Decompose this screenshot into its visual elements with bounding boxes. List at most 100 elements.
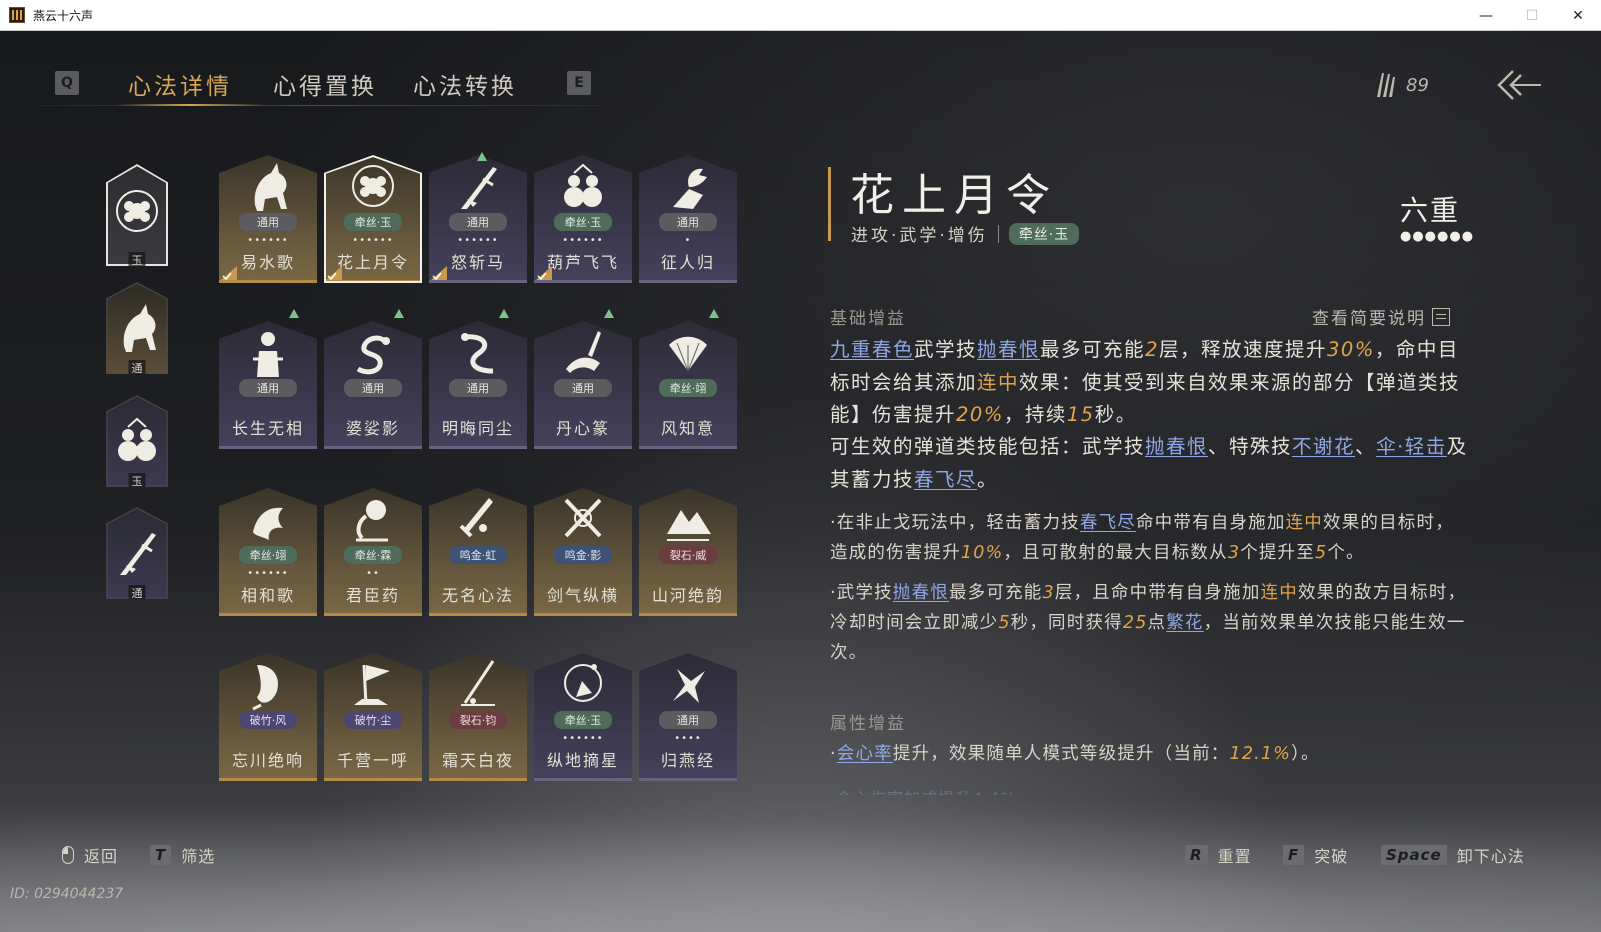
unequip-key: Space — [1381, 845, 1447, 865]
bonus-paragraph-4: ·武学技抛春恨最多可充能3层，且命中带有自身施加连中效果的敌方目标时，冷却时间会… — [830, 578, 1470, 668]
maximize-button[interactable]: ☐ — [1509, 0, 1555, 31]
hint-reset[interactable]: R 重置 — [1185, 843, 1252, 867]
peony-icon — [116, 190, 158, 233]
text-run: 个提升至 — [1240, 543, 1315, 563]
keyword-link[interactable]: 春飞尽 — [1080, 513, 1136, 533]
card-name: 千营一呼 — [336, 751, 409, 770]
skill-card[interactable]: 通用 •••••• 易水歌 — [219, 155, 317, 283]
skill-card[interactable]: 牵丝·翊 •••••• 相和歌 — [219, 488, 317, 616]
skill-card[interactable]: 裂石·威 山河绝韵 — [639, 488, 737, 616]
text-run: 最多可充能 — [948, 583, 1043, 603]
hint-back[interactable]: 返回 — [62, 843, 118, 867]
card-name: 无名心法 — [441, 586, 514, 605]
detail-tag: 牵丝·玉 — [1008, 222, 1080, 245]
card-rank-dots: •• — [366, 568, 380, 579]
skill-card[interactable]: 通用 婆娑影 — [324, 321, 422, 449]
card-name: 相和歌 — [240, 586, 295, 605]
keyword-link[interactable]: 伞·轻击 — [1376, 435, 1447, 458]
skill-card[interactable]: 通用 •••••• 怒斩马 — [429, 155, 527, 283]
skill-card[interactable]: 牵丝·玉 •••••• 葫芦飞飞 — [534, 155, 632, 283]
app-icon — [9, 7, 25, 23]
card-name: 长生无相 — [231, 419, 304, 438]
skill-card[interactable]: 牵丝·玉 •••••• 纵地摘星 — [534, 653, 632, 781]
keyword-highlight: 连中 — [1260, 583, 1298, 603]
subtitle-divider — [997, 224, 999, 243]
tab-skill-details[interactable]: 心法详情 — [128, 67, 232, 101]
close-button[interactable]: ✕ — [1555, 0, 1601, 31]
tab-skill-convert[interactable]: 心法转换 — [413, 67, 517, 101]
keyword-link[interactable]: 春飞尽 — [914, 468, 977, 491]
attribute-paragraph-clipped: ·会心伤害加成提升4.4% — [830, 785, 1017, 795]
text-run: 可生效的弹道类技能包括：武学技 — [830, 435, 1146, 458]
keyword-link[interactable]: 九重春色 — [830, 338, 914, 361]
equipped-slot[interactable]: 玉 — [106, 164, 168, 266]
keyword-link[interactable]: 抛春恨 — [977, 338, 1040, 361]
tab-next-key[interactable]: E — [567, 71, 591, 95]
slot-badge: 通 — [128, 585, 146, 599]
summary-label: 查看简要说明 — [1312, 309, 1426, 329]
skill-card[interactable]: 裂石·钧 霜天白夜 — [429, 653, 527, 781]
skill-card[interactable]: 鸣金·虹 无名心法 — [429, 488, 527, 616]
card-foot — [534, 446, 632, 449]
card-name: 忘川绝响 — [231, 751, 304, 770]
attribute-paragraph: ·会心率提升，效果随单人模式等级提升（当前：12.1%）。 — [830, 739, 1470, 769]
card-tag: 通用 — [449, 213, 507, 231]
hint-unequip[interactable]: Space 卸下心法 — [1381, 843, 1525, 867]
summary-toggle[interactable]: 查看简要说明 — [1312, 304, 1450, 329]
hint-breakthrough-label: 突破 — [1314, 847, 1349, 866]
number-value: 3 — [1227, 543, 1241, 563]
dragon-icon — [356, 335, 390, 375]
tab-insight-exchange[interactable]: 心得置换 — [273, 67, 377, 101]
card-name: 归燕经 — [660, 751, 715, 770]
number-value: 2 — [1145, 338, 1159, 361]
equipped-check-icon — [431, 266, 447, 280]
equipped-slot[interactable]: 通 — [106, 507, 168, 599]
card-tag: 裂石·钧 — [449, 711, 507, 729]
swallow-icon — [673, 669, 705, 703]
keyword-link[interactable]: 繁花 — [1166, 613, 1203, 633]
mouse-icon — [62, 846, 74, 864]
hint-filter[interactable]: T 筛选 — [150, 843, 215, 867]
skill-card[interactable]: 破竹·风忘川绝响 — [219, 653, 317, 781]
equipped-check-icon — [536, 266, 552, 280]
horse-icon — [123, 304, 156, 353]
text-run: 命中带有自身施加 — [1135, 513, 1286, 533]
skill-card[interactable]: 通用 明晦同尘 — [429, 321, 527, 449]
filter-key: T — [150, 845, 172, 865]
skill-card[interactable]: 破竹·尘 千营一呼 — [324, 653, 422, 781]
text-run: 层，释放速度提升 — [1158, 338, 1327, 361]
card-name: 风知意 — [660, 419, 715, 438]
equipped-slot[interactable]: 通 — [106, 282, 168, 374]
skill-card[interactable]: 通用 丹心篆 — [534, 321, 632, 449]
brush-icon — [566, 331, 601, 373]
peony-icon — [352, 165, 394, 207]
tab-prev-key[interactable]: Q — [55, 71, 79, 95]
phoenix-icon — [253, 507, 283, 540]
back-arrow-icon[interactable] — [1497, 69, 1543, 101]
skill-card[interactable]: 鸣金·影 剑气纵横 — [534, 488, 632, 616]
minimize-button[interactable]: — — [1463, 0, 1509, 31]
skill-card[interactable]: 牵丝·霖 •• 君臣药 — [324, 488, 422, 616]
skill-card[interactable]: 通用 •••• 归燕经 — [639, 653, 737, 781]
bonus-paragraph-3: ·在非止戈玩法中，轻击蓄力技春飞尽命中带有自身施加连中效果的目标时，造成的伤害提… — [830, 508, 1470, 568]
keyword-link[interactable]: 会心率 — [837, 744, 893, 764]
card-foot — [639, 613, 737, 616]
skill-card[interactable]: 通用 • 征人归 — [639, 155, 737, 283]
text-run: 层，且命中带有自身施加 — [1054, 583, 1261, 603]
keyword-link[interactable]: 不谢花 — [1292, 435, 1355, 458]
card-tag: 破竹·风 — [239, 711, 297, 729]
number-value: 10% — [960, 543, 1004, 563]
keyword-link[interactable]: 抛春恨 — [1145, 435, 1208, 458]
keyword-link[interactable]: 抛春恨 — [893, 583, 949, 603]
skill-card[interactable]: 通用 长生无相 — [219, 321, 317, 449]
slot-badge: 玉 — [128, 252, 146, 266]
hint-breakthrough[interactable]: F 突破 — [1283, 843, 1348, 867]
card-rank-dots: • — [684, 235, 692, 246]
bonus-paragraph-1: 九重春色武学技抛春恨最多可充能2层，释放速度提升30%，命中目标时会给其添加连中… — [830, 334, 1470, 432]
card-foot — [534, 613, 632, 616]
skill-card[interactable]: 牵丝·翊 风知意 — [639, 321, 737, 449]
slot-badge: 通 — [128, 360, 146, 374]
equipped-slot[interactable]: 玉 — [106, 395, 168, 487]
card-rank-dots: •••••• — [247, 235, 289, 246]
skill-card[interactable]: 牵丝·玉 •••••• 花上月令 — [324, 155, 422, 283]
